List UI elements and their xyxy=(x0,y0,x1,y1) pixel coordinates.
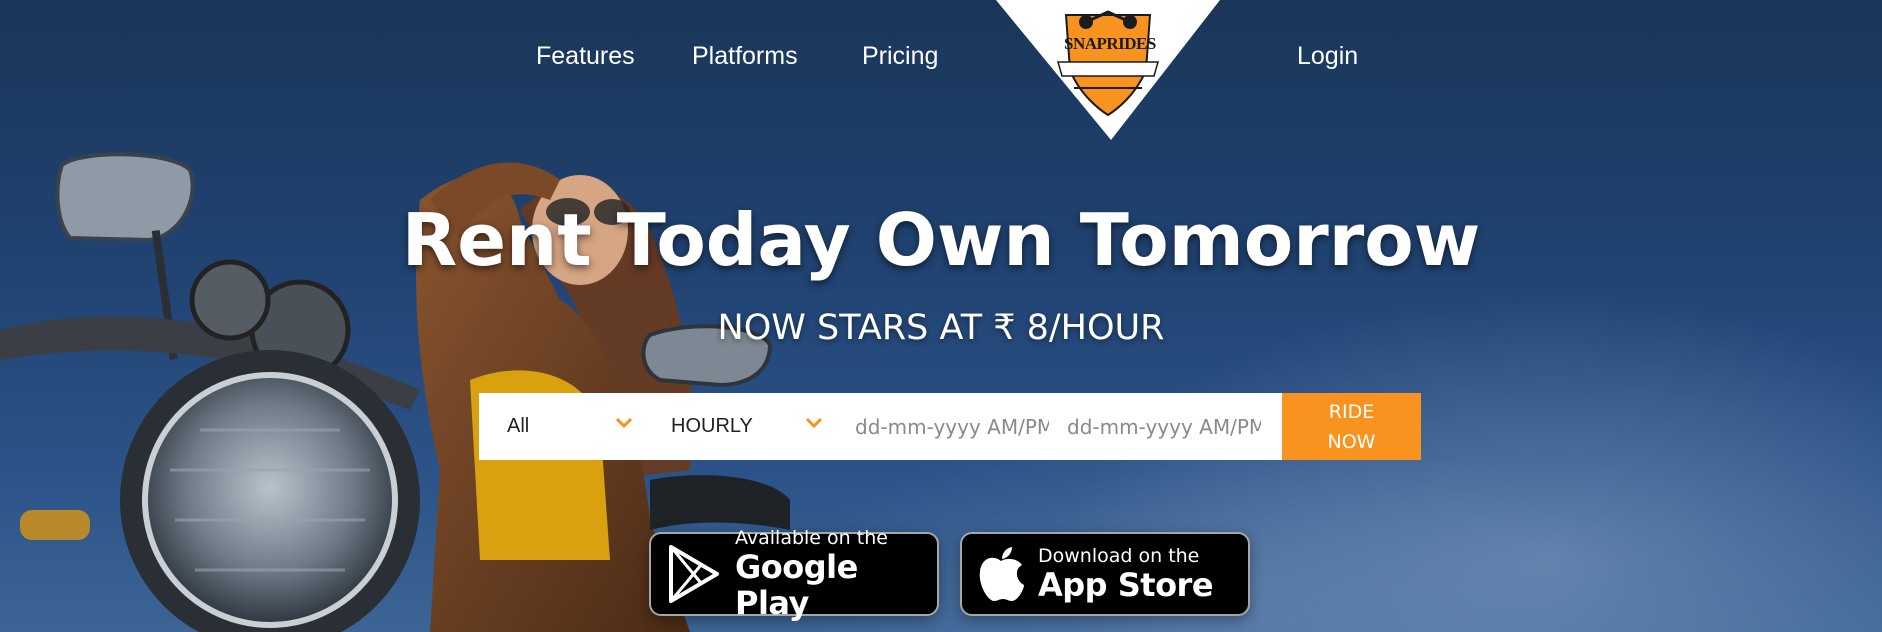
apple-icon xyxy=(979,547,1024,601)
hero-subline: NOW STARS AT ₹ 8/HOUR xyxy=(717,308,1165,348)
chevron-down-icon xyxy=(615,417,633,429)
duration-select[interactable]: HOURLY xyxy=(647,393,837,460)
nav-features-link[interactable]: Features xyxy=(536,42,635,71)
logo-badge[interactable] xyxy=(996,0,1220,140)
app-store-big-text: App Store xyxy=(1038,566,1214,604)
category-select[interactable]: All xyxy=(479,393,647,460)
google-play-badge[interactable]: Available on the Google Play xyxy=(649,527,939,621)
start-datetime-input[interactable] xyxy=(837,393,1049,460)
nav-pricing-link[interactable]: Pricing xyxy=(862,42,938,71)
category-select-value: All xyxy=(507,415,530,437)
ride-now-button[interactable]: RIDE NOW xyxy=(1282,393,1421,460)
google-play-big-text: Google Play xyxy=(735,548,858,622)
duration-select-value: HOURLY xyxy=(671,415,753,437)
chevron-down-icon xyxy=(805,417,823,429)
google-play-icon xyxy=(669,545,719,603)
app-store-badge[interactable]: Download on the App Store xyxy=(960,532,1250,616)
ride-now-button-line1: RIDE xyxy=(1328,400,1375,423)
ride-now-button-line2: NOW xyxy=(1327,430,1376,453)
ride-search-bar: All HOURLY RIDE NOW xyxy=(479,393,1421,460)
app-store-small-text: Download on the xyxy=(1038,545,1200,567)
end-datetime-input[interactable] xyxy=(1049,393,1261,460)
nav-platforms-link[interactable]: Platforms xyxy=(692,42,798,71)
nav-login-link[interactable]: Login xyxy=(1297,42,1358,71)
hero-section: Features Platforms Pricing Login SNAPRID… xyxy=(0,0,1882,632)
google-play-small-text: Available on the xyxy=(735,527,888,549)
logo-text: SNAPRIDES xyxy=(1064,34,1156,53)
hero-headline: Rent Today Own Tomorrow xyxy=(401,198,1481,282)
